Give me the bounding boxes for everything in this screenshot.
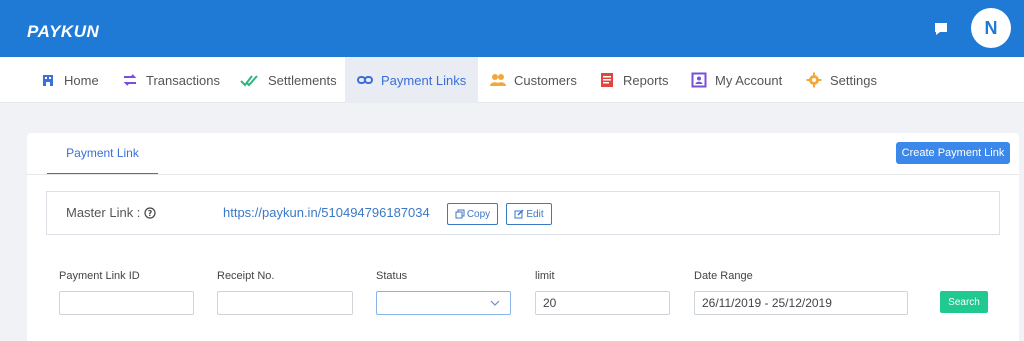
copy-icon [455, 209, 465, 219]
settlements-icon [240, 75, 258, 87]
master-link-label-wrap: Master Link : ? [66, 205, 157, 220]
gear-icon [806, 72, 822, 88]
home-icon [43, 75, 53, 86]
nav-item-reports[interactable]: Reports [599, 57, 669, 103]
nav-item-label: Transactions [146, 72, 220, 88]
limit-label: limit [535, 270, 555, 282]
nav-item-label: Settings [830, 72, 877, 88]
payment-link-card: Payment Link Create Payment Link Master … [27, 133, 1019, 341]
copy-button[interactable]: Copy [447, 203, 498, 225]
nav-item-payment-links[interactable]: Payment Links [345, 57, 478, 103]
transactions-icon [123, 74, 137, 86]
top-header: PAYKUN N [0, 0, 1024, 57]
date-range-input[interactable]: 26/11/2019 - 25/12/2019 [694, 291, 908, 315]
tab-payment-link[interactable]: Payment Link [47, 133, 158, 175]
nav-item-label: Payment Links [381, 72, 467, 88]
master-link-url[interactable]: https://paykun.in/510494796187034 [223, 205, 430, 220]
status-select[interactable] [376, 291, 511, 315]
link-icon [357, 76, 373, 84]
edit-icon [514, 209, 524, 219]
copy-label: Copy [466, 208, 491, 220]
master-link-box: Master Link : ? https://paykun.in/510494… [46, 191, 1000, 235]
create-payment-link-button[interactable]: Create Payment Link [896, 142, 1010, 164]
search-button[interactable]: Search [940, 291, 988, 313]
nav-item-transactions[interactable]: Transactions [122, 57, 220, 103]
date-range-label: Date Range [694, 270, 753, 282]
limit-input[interactable]: 20 [535, 291, 670, 315]
edit-label: Edit [526, 208, 544, 220]
chat-icon[interactable] [933, 21, 949, 37]
main-nav: Home Transactions Settlements Payment Li… [0, 57, 1024, 103]
nav-item-my-account[interactable]: My Account [691, 57, 782, 103]
nav-item-label: Customers [514, 72, 577, 88]
nav-item-label: My Account [715, 72, 783, 88]
status-label: Status [376, 270, 408, 282]
edit-button[interactable]: Edit [506, 203, 552, 225]
payment-link-id-input[interactable] [59, 291, 194, 315]
chevron-down-icon [490, 300, 500, 306]
tab-divider [27, 174, 1019, 175]
master-link-label: Master Link : [66, 205, 141, 220]
payment-link-id-label: Payment Link ID [59, 270, 140, 282]
svg-text:?: ? [148, 209, 153, 218]
user-avatar[interactable]: N [971, 8, 1011, 48]
receipt-no-input[interactable] [217, 291, 353, 315]
nav-item-label: Reports [623, 72, 669, 88]
nav-item-customers[interactable]: Customers [490, 57, 577, 103]
reports-icon [601, 73, 613, 87]
account-icon [691, 72, 707, 88]
receipt-no-label: Receipt No. [217, 270, 275, 282]
nav-item-settings[interactable]: Settings [806, 57, 877, 103]
nav-item-label: Settlements [268, 72, 337, 88]
customers-icon [490, 74, 506, 86]
nav-item-home[interactable]: Home [40, 57, 99, 103]
help-icon[interactable]: ? [144, 206, 157, 219]
nav-item-label: Home [64, 72, 99, 88]
paykun-logo[interactable]: PAYKUN [27, 22, 99, 42]
nav-item-settlements[interactable]: Settlements [240, 57, 337, 103]
